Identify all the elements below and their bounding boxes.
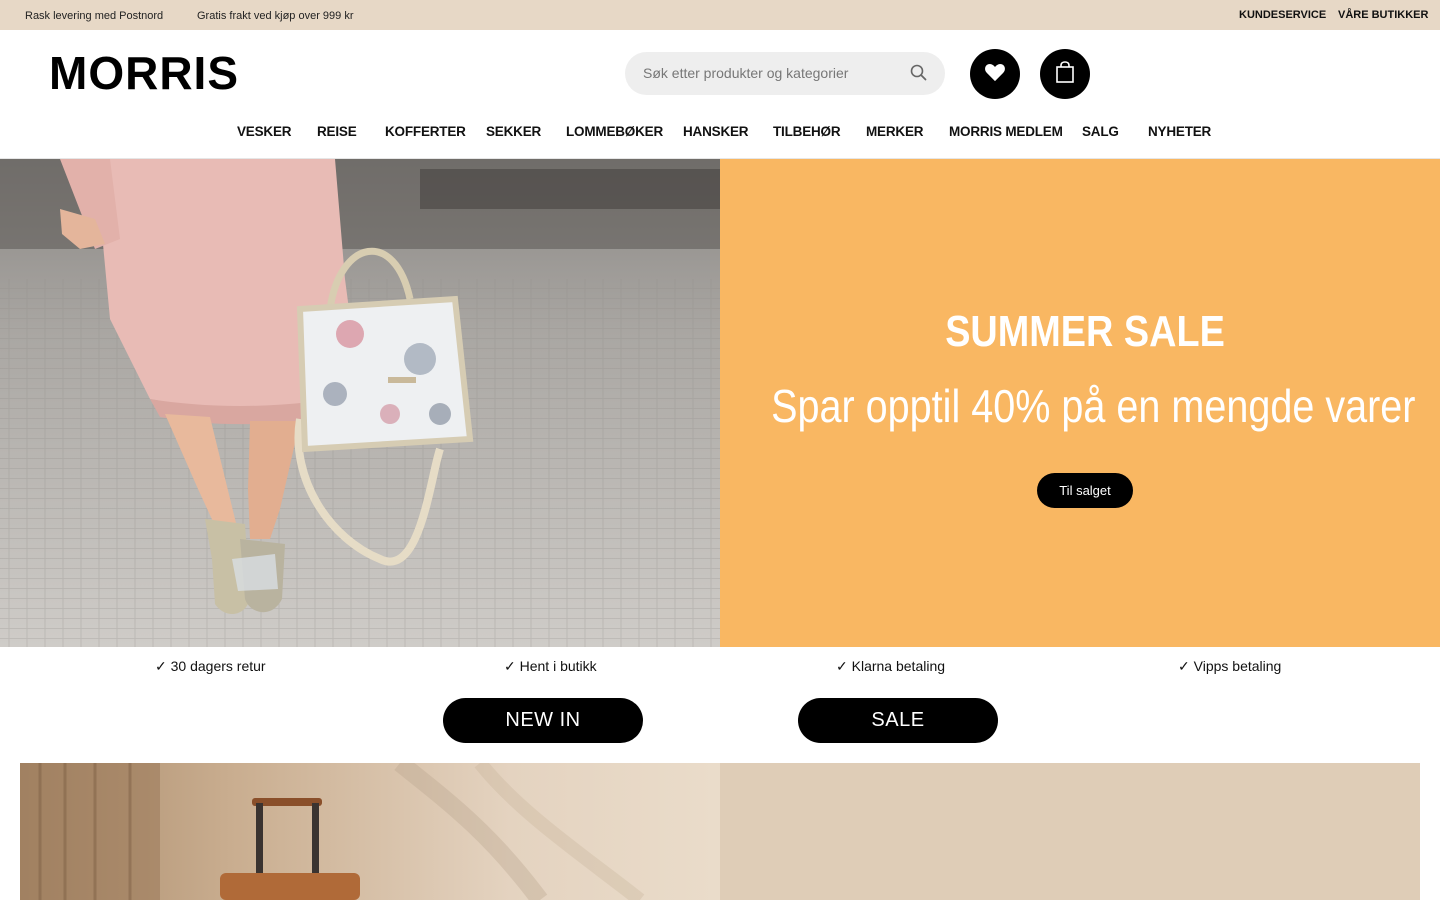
hero-promo-panel: SUMMER SALE Spar opptil 40% på en mengde… — [720, 159, 1440, 647]
free-shipping-message: Gratis frakt ved kjøp over 999 kr — [197, 10, 354, 22]
nav-item-hansker[interactable]: HANSKER — [683, 124, 749, 139]
nav-item-tilbehor[interactable]: TILBEHØR — [773, 124, 841, 139]
main-navigation: VESKER REISE KOFFERTER SEKKER LOMMEBØKER… — [0, 118, 1440, 148]
nav-item-vesker[interactable]: VESKER — [237, 124, 292, 139]
nav-item-reise[interactable]: REISE — [317, 124, 357, 139]
wishlist-button[interactable] — [970, 49, 1020, 99]
search-input[interactable] — [643, 61, 893, 85]
heart-icon — [984, 62, 1006, 87]
nav-item-merker[interactable]: MERKER — [866, 124, 924, 139]
site-logo[interactable]: MORRIS — [49, 50, 239, 96]
hero-title: SUMMER SALE — [945, 307, 1225, 356]
to-sale-button[interactable]: Til salget — [1037, 473, 1133, 508]
usp-returns: ✓ 30 dagers retur — [155, 658, 266, 674]
nav-item-kofferter[interactable]: KOFFERTER — [385, 124, 466, 139]
hero-image[interactable] — [0, 159, 720, 647]
cart-button[interactable] — [1040, 49, 1090, 99]
nav-item-morris-medlem[interactable]: MORRIS MEDLEM — [949, 124, 1063, 139]
usp-klarna: ✓ Klarna betaling — [836, 658, 946, 674]
new-in-button[interactable]: NEW IN — [443, 698, 643, 743]
sale-button[interactable]: SALE — [798, 698, 998, 743]
usp-pickup: ✓ Hent i butikk — [504, 658, 597, 674]
hero-subtitle: Spar opptil 40% på en mengde varer — [771, 380, 1416, 432]
search-bar[interactable] — [625, 52, 945, 95]
usp-vipps: ✓ Vipps betaling — [1178, 658, 1282, 674]
luggage-banner-panel — [720, 763, 1420, 900]
search-icon[interactable] — [909, 63, 929, 83]
nav-item-salg[interactable]: SALG — [1082, 124, 1119, 139]
luggage-banner-image[interactable] — [20, 763, 720, 900]
announcement-bar: Rask levering med Postnord Gratis frakt … — [0, 0, 1440, 30]
our-stores-link[interactable]: VÅRE BUTIKKER — [1338, 9, 1428, 21]
nav-item-sekker[interactable]: SEKKER — [486, 124, 541, 139]
shopping-bag-icon — [1055, 60, 1075, 88]
usp-bar: ✓ 30 dagers retur ✓ Hent i butikk ✓ Klar… — [0, 656, 1440, 678]
nav-item-nyheter[interactable]: NYHETER — [1148, 124, 1211, 139]
nav-item-lommeboker[interactable]: LOMMEBØKER — [566, 124, 663, 139]
delivery-message: Rask levering med Postnord — [25, 10, 164, 22]
customer-service-link[interactable]: KUNDESERVICE — [1239, 9, 1326, 21]
